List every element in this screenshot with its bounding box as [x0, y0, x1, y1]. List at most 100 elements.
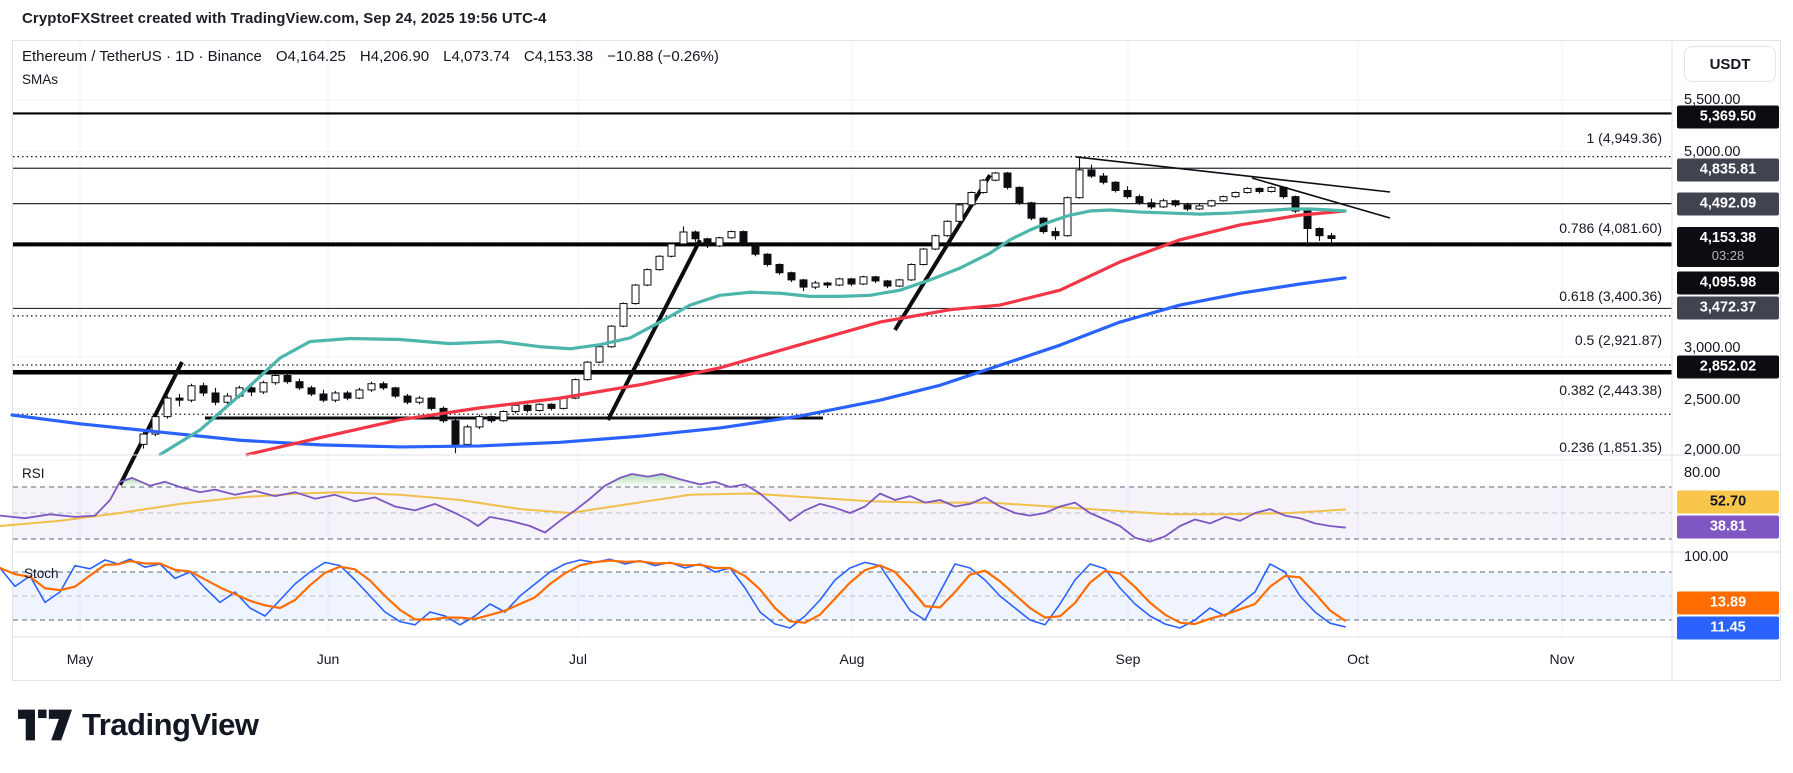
candlestick — [415, 397, 424, 403]
candlestick — [391, 387, 400, 397]
candlestick — [979, 179, 988, 194]
candlestick — [775, 263, 784, 274]
candlestick — [523, 404, 532, 411]
fib-level-label: 1 (4,949.36) — [1586, 130, 1663, 146]
candlestick — [715, 237, 724, 247]
rsi-pane-label[interactable]: RSI — [22, 466, 45, 481]
indicator-label-smas[interactable]: SMAs — [22, 72, 58, 87]
candlestick — [619, 303, 628, 327]
fib-level-label: 0.5 (2,921.87) — [1574, 332, 1662, 348]
candlestick — [751, 243, 760, 255]
chart-legend: Ethereum / TetherUS · 1D · Binance O4,16… — [22, 48, 719, 65]
price-badge: 4,153.38 03:28 — [1677, 227, 1779, 267]
candlestick — [1015, 186, 1024, 204]
candlestick — [139, 433, 148, 445]
candlestick — [1147, 202, 1156, 208]
candlestick — [895, 279, 904, 287]
candlestick — [595, 346, 604, 363]
candlestick — [727, 231, 736, 239]
candlestick — [883, 280, 892, 287]
candlestick — [631, 284, 640, 305]
candlestick — [955, 204, 964, 222]
countdown-timer: 03:28 — [1711, 248, 1745, 263]
candlestick — [283, 375, 292, 383]
candlestick — [271, 375, 280, 384]
price-badge: 11.45 — [1677, 616, 1779, 640]
candlestick — [1219, 196, 1228, 202]
candlestick — [487, 416, 496, 422]
candlestick — [1135, 196, 1144, 204]
candlestick — [1315, 228, 1324, 237]
candlestick — [307, 387, 316, 395]
time-axis-label: Oct — [1347, 651, 1369, 667]
tradingview-logo-text: TradingView — [82, 707, 259, 742]
price-badge: 13.89 — [1677, 591, 1779, 615]
scale-tick: 100.00 — [1684, 549, 1729, 565]
price-badge: 4,492.09 — [1677, 192, 1779, 216]
candlestick — [175, 397, 184, 401]
candlestick — [463, 426, 472, 445]
time-axis-label: May — [66, 651, 94, 667]
candlestick — [259, 382, 268, 393]
candlestick — [1327, 235, 1336, 239]
fib-level-label: 0.236 (1,851.35) — [1559, 439, 1662, 455]
candlestick — [679, 231, 688, 245]
price-badge: 2,852.02 — [1677, 355, 1779, 379]
price-badge: 5,369.50 — [1677, 105, 1779, 129]
time-axis-label: Sep — [1115, 651, 1141, 667]
candlestick — [1159, 200, 1168, 208]
currency-toggle-button[interactable]: USDT — [1684, 46, 1776, 82]
candlestick — [967, 192, 976, 206]
stoch-pane-label[interactable]: Stoch — [24, 566, 59, 581]
chart-canvas[interactable] — [0, 0, 1793, 773]
candlestick — [811, 282, 820, 288]
candlestick — [1243, 187, 1252, 194]
ohlc-low: L4,073.74 — [443, 48, 510, 65]
candlestick — [223, 395, 232, 403]
symbol-title: Ethereum / TetherUS · 1D · Binance — [22, 48, 262, 65]
candlestick — [1051, 231, 1060, 237]
candlestick — [559, 397, 568, 409]
candlestick — [667, 243, 676, 257]
tradingview-logo-icon — [18, 709, 72, 741]
change-value: −10.88 (−0.26%) — [607, 48, 719, 65]
scale-tick: 3,000.00 — [1684, 340, 1741, 356]
candlestick — [1087, 169, 1096, 177]
candlestick — [739, 231, 748, 245]
candlestick — [823, 282, 832, 286]
time-axis-label: Aug — [839, 651, 865, 667]
candlestick — [535, 403, 544, 411]
price-badge: 4,095.98 — [1677, 271, 1779, 295]
candlestick — [1183, 204, 1192, 210]
candlestick — [475, 416, 484, 428]
candlestick — [919, 248, 928, 265]
ohlc-open: O4,164.25 — [275, 48, 346, 65]
candlestick — [331, 392, 340, 401]
candlestick — [1267, 186, 1276, 192]
candlestick — [199, 385, 208, 394]
candlestick — [295, 381, 304, 389]
price-badge: 4,835.81 — [1677, 158, 1779, 182]
candlestick — [379, 383, 388, 389]
fib-level-label: 0.618 (3,400.36) — [1559, 288, 1662, 304]
price-badge: 52.70 — [1677, 490, 1779, 514]
candlestick — [1099, 175, 1108, 183]
candlestick — [931, 235, 940, 250]
candlestick — [943, 220, 952, 237]
candlestick — [1003, 172, 1012, 188]
candlestick — [655, 255, 664, 271]
fib-level-label: 0.786 (4,081.60) — [1559, 220, 1662, 236]
candlestick — [1279, 186, 1288, 198]
candlestick — [1195, 205, 1204, 210]
candlestick — [547, 403, 556, 409]
tradingview-logo[interactable]: TradingView — [18, 700, 259, 750]
candlestick — [1171, 200, 1180, 206]
candlestick — [847, 278, 856, 285]
trendline — [1075, 156, 1391, 193]
candlestick — [691, 231, 700, 240]
candlestick — [499, 410, 508, 422]
candlestick — [907, 263, 916, 281]
time-axis-label: Jul — [569, 651, 587, 667]
candlestick — [319, 393, 328, 401]
trendline — [118, 361, 184, 486]
